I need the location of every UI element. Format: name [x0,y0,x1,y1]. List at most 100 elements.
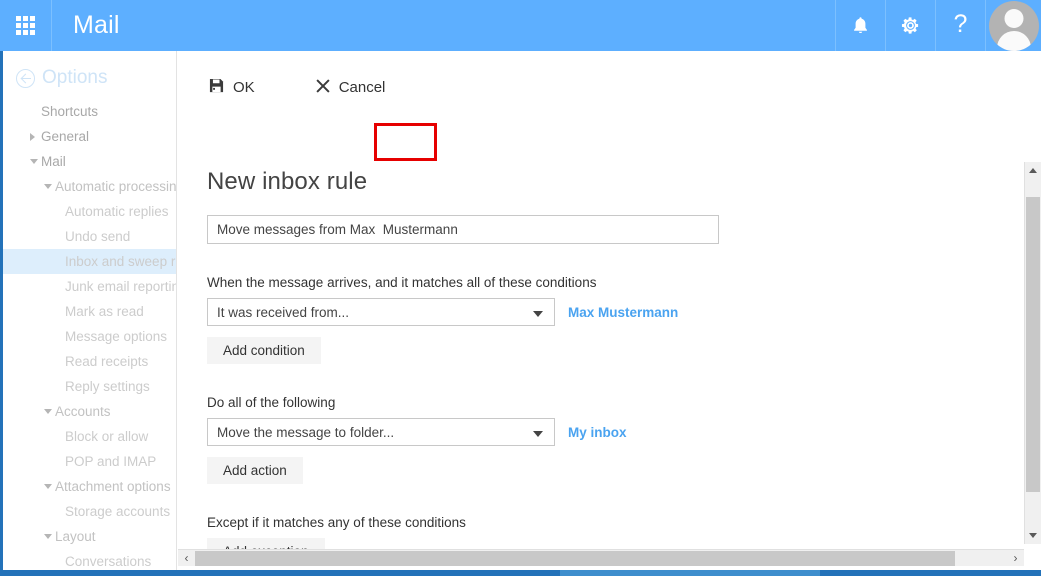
close-x-icon [316,78,330,97]
bell-icon [852,16,869,35]
options-label: Options [42,67,108,88]
sidebar-item-label: Storage accounts [65,504,171,519]
sidebar-item-label: Layout [55,529,96,544]
ok-button[interactable]: OK [199,72,265,103]
caret-right-icon [30,132,35,141]
ok-button-label: OK [233,79,255,96]
sidebar-item-inbox-and-sweep-rules[interactable]: Inbox and sweep rules [3,249,176,274]
scroll-left-button[interactable]: ‹ [178,550,195,567]
sidebar-item-label: Conversations [65,554,152,569]
sidebar-item-pop-and-imap[interactable]: POP and IMAP [3,449,176,474]
sidebar-item-storage-accounts[interactable]: Storage accounts [3,499,176,524]
options-sidebar: Options Shortcuts General Mail Automatic pr… [0,51,177,576]
rule-name-input[interactable] [207,215,719,244]
condition-select-value: It was received from... [217,304,350,320]
sidebar-item-label: Junk email reporting [65,279,177,294]
sidebar-item-shortcuts[interactable]: Shortcuts [3,99,176,124]
app-window: Mail ? Options Shortcuts General Mail Au… [0,0,1041,576]
notifications-button[interactable] [835,0,885,51]
sidebar-item-layout[interactable]: Layout [3,524,176,549]
sidebar-item-label: Undo send [65,229,131,244]
sidebar-item-label: Mark as read [65,304,144,319]
settings-button[interactable] [885,0,935,51]
horizontal-scrollbar[interactable]: ‹ › [178,549,1024,566]
cancel-button[interactable]: Cancel [306,73,396,103]
scroll-up-button[interactable] [1025,162,1041,179]
save-floppy-icon [209,78,224,97]
sidebar-item-automatic-processing[interactable]: Automatic processing [3,174,176,199]
cancel-button-label: Cancel [338,79,386,96]
user-avatar-button[interactable] [985,0,1041,51]
sidebar-nav: Shortcuts General Mail Automatic processing… [3,97,176,576]
back-to-options-link[interactable]: Options [3,51,176,97]
sidebar-item-label: Inbox and sweep rules [65,254,176,269]
sidebar-item-label: General [41,129,90,144]
sidebar-item-label: Block or allow [65,429,149,444]
help-button[interactable]: ? [935,0,985,51]
sidebar-item-label: Read receipts [65,354,149,369]
conditions-label: When the message arrives, and it matches… [207,275,597,290]
sidebar-item-automatic-replies[interactable]: Automatic replies [3,199,176,224]
sidebar-item-accounts[interactable]: Accounts [3,399,176,424]
actions-row: Move the message to folder... My inbox [207,418,767,446]
question-mark-icon: ? [953,10,968,38]
caret-down-icon [44,484,52,489]
add-condition-button[interactable]: Add condition [207,337,321,364]
chevron-down-icon [533,431,543,437]
circle-back-arrow-icon [16,68,35,88]
sidebar-item-general[interactable]: General [3,124,176,149]
sidebar-item-junk-email-reporting[interactable]: Junk email reporting [3,274,176,299]
action-select-value: Move the message to folder... [217,424,395,440]
sidebar-item-label: Attachment options [55,479,171,494]
condition-value-link[interactable]: Max Mustermann [568,305,678,320]
sidebar-item-label: Reply settings [65,379,150,394]
sidebar-item-label: POP and IMAP [65,454,157,469]
actions-label: Do all of the following [207,395,336,410]
sidebar-item-label: Mail [41,154,66,169]
sidebar-item-message-options[interactable]: Message options [3,324,176,349]
window-bottom-accent-bar [0,570,1041,576]
app-launcher-button[interactable] [0,0,52,51]
form-toolbar: OK Cancel [178,72,395,103]
caret-down-icon [30,159,38,164]
scroll-down-button[interactable] [1025,527,1041,544]
add-action-button[interactable]: Add action [207,457,303,484]
top-header-bar: Mail ? [0,0,1041,51]
waffle-grid-icon [16,16,35,35]
sidebar-item-attachment-options[interactable]: Attachment options [3,474,176,499]
sidebar-item-label: Automatic replies [65,204,169,219]
gear-icon [901,16,920,35]
scroll-right-button[interactable]: › [1007,550,1024,567]
sidebar-item-block-or-allow[interactable]: Block or allow [3,424,176,449]
sidebar-item-mark-as-read[interactable]: Mark as read [3,299,176,324]
exceptions-label: Except if it matches any of these condit… [207,515,466,530]
sidebar-item-label: Automatic processing [55,179,177,194]
action-value-link[interactable]: My inbox [568,425,627,440]
sidebar-item-mail[interactable]: Mail [3,149,176,174]
vertical-scroll-thumb[interactable] [1026,197,1040,492]
chevron-down-icon [533,311,543,317]
vertical-scrollbar[interactable] [1024,162,1041,544]
sidebar-item-undo-send[interactable]: Undo send [3,224,176,249]
caret-down-icon [44,184,52,189]
user-avatar-icon [988,1,1039,51]
caret-down-icon [44,409,52,414]
chevron-up-icon [1029,168,1037,173]
horizontal-scroll-thumb[interactable] [195,550,955,566]
caret-down-icon [44,534,52,539]
sidebar-item-label: Shortcuts [41,104,99,119]
condition-select[interactable]: It was received from... [207,298,555,326]
ok-button-annotation-highlight [374,123,437,161]
new-inbox-rule-form: New inbox rule When the message arrives,… [207,163,767,576]
bottom-accent-gloss [560,570,820,576]
app-title: Mail [73,11,120,39]
action-select[interactable]: Move the message to folder... [207,418,555,446]
sidebar-item-label: Accounts [55,404,111,419]
page-title: New inbox rule [207,168,368,195]
sidebar-item-reply-settings[interactable]: Reply settings [3,374,176,399]
sidebar-item-label: Message options [65,329,168,344]
sidebar-item-read-receipts[interactable]: Read receipts [3,349,176,374]
main-content: OK Cancel New inbox rule When the messag… [178,51,1041,576]
chevron-down-icon [1029,533,1037,538]
conditions-row: It was received from... Max Mustermann [207,298,767,326]
